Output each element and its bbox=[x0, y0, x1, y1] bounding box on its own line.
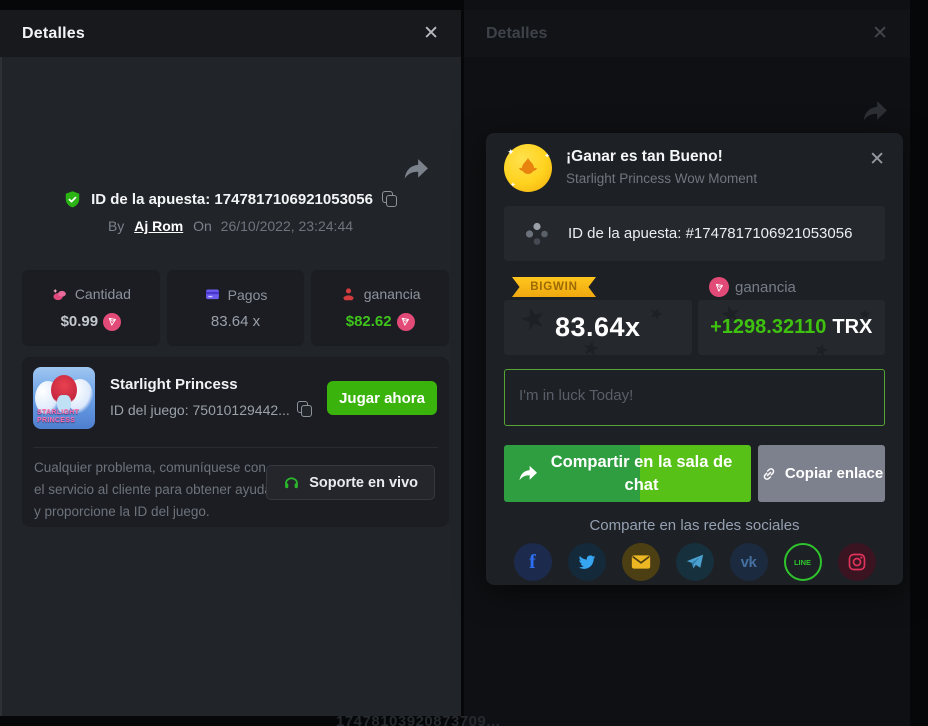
line-icon[interactable]: LINE bbox=[784, 543, 822, 581]
instagram-icon[interactable] bbox=[838, 543, 876, 581]
share-win-dialog: ✦ ✦ ✦ ¡Ganar es tan Bueno! Starlight Pri… bbox=[486, 133, 903, 585]
hand-coin-icon bbox=[340, 286, 357, 303]
gold-medal-icon: ✦ ✦ ✦ bbox=[504, 144, 552, 192]
close-icon[interactable]: ✕ bbox=[423, 24, 439, 43]
stat-payout-label: Pagos bbox=[228, 287, 268, 303]
bigwin-ribbon-badge: BIGWIN bbox=[512, 277, 596, 297]
close-icon[interactable]: ✕ bbox=[869, 144, 885, 169]
username-link[interactable]: Aj Rom bbox=[134, 218, 183, 234]
copy-link-button[interactable]: Copiar enlace bbox=[758, 445, 885, 502]
social-share-title: Comparte en las redes sociales bbox=[504, 517, 885, 534]
stats-row: Cantidad $0.99 Pagos 83.64 x bbox=[22, 270, 449, 346]
telegram-icon[interactable] bbox=[676, 543, 714, 581]
headphones-icon bbox=[283, 474, 300, 491]
share-dialog-title: ¡Ganar es tan Bueno! bbox=[566, 148, 757, 166]
result-labels-row: BIGWIN ganancia bbox=[504, 277, 885, 297]
trx-coin-icon bbox=[709, 277, 729, 297]
live-support-label: Soporte en vivo bbox=[309, 475, 418, 491]
share-dialog-header: ✦ ✦ ✦ ¡Ganar es tan Bueno! Starlight Pri… bbox=[504, 144, 885, 192]
stat-payout: Pagos 83.64 x bbox=[167, 270, 305, 346]
share-details-panel: Detalles ✕ ✦ ✦ ✦ ¡Ganar es tan Bueno! St… bbox=[464, 0, 910, 726]
bet-details-panel: Detalles ✕ ID de la apuesta: 17478171069… bbox=[0, 0, 461, 726]
credit-card-icon bbox=[204, 286, 221, 303]
multiplier-value: 83.64x bbox=[555, 312, 641, 343]
link-icon bbox=[760, 465, 778, 483]
multiplier-box: ★ ★ ★ 83.64x bbox=[504, 300, 692, 355]
share-arrow-icon bbox=[518, 465, 538, 483]
stat-amount-value: $0.99 bbox=[61, 313, 99, 330]
coins-icon bbox=[51, 286, 68, 303]
game-thumbnail[interactable]: STARLIGHT PRINCESS bbox=[33, 367, 95, 429]
verified-shield-icon bbox=[63, 190, 82, 209]
profit-currency: TRX bbox=[832, 316, 872, 338]
copy-icon[interactable] bbox=[382, 191, 398, 208]
by-label: By bbox=[108, 218, 124, 234]
share-message-input[interactable] bbox=[504, 369, 885, 426]
game-id-line: ID del juego: 75010129442... bbox=[110, 401, 313, 418]
stat-profit: ganancia $82.62 bbox=[311, 270, 449, 346]
copy-link-label: Copiar enlace bbox=[785, 465, 883, 482]
left-modal-body: ID de la apuesta: 1747817106921053056 By… bbox=[0, 57, 461, 716]
byline: By Aj Rom On 26/10/2022, 23:24:44 bbox=[0, 218, 461, 234]
game-title: Starlight Princess bbox=[110, 376, 238, 393]
divider bbox=[33, 447, 438, 448]
page-edge-sliver bbox=[0, 57, 2, 716]
stat-profit-value: $82.62 bbox=[346, 313, 392, 330]
share-buttons-row: Compartir en la sala de chat Copiar enla… bbox=[504, 445, 885, 502]
share-bet-id-row: ID de la apuesta: #1747817106921053056 bbox=[504, 206, 885, 261]
on-label: On bbox=[193, 218, 212, 234]
share-bet-id-text: ID de la apuesta: #1747817106921053056 bbox=[568, 225, 852, 242]
trx-coin-icon bbox=[103, 313, 121, 331]
stat-profit-label: ganancia bbox=[364, 286, 421, 302]
profit-box: ★ ★ ★ +1298.32110TRX bbox=[698, 300, 886, 355]
profit-amount: +1298.32110 bbox=[710, 316, 826, 338]
share-arrow-icon bbox=[862, 100, 888, 124]
game-card: STARLIGHT PRINCESS Starlight Princess ID… bbox=[22, 357, 449, 527]
left-modal-title: Detalles bbox=[22, 25, 85, 43]
facebook-icon[interactable]: f bbox=[514, 543, 552, 581]
thumbnail-text: STARLIGHT PRINCESS bbox=[37, 409, 77, 425]
stat-amount: Cantidad $0.99 bbox=[22, 270, 160, 346]
stat-payout-value: 83.64 x bbox=[211, 313, 260, 330]
share-to-chat-label: Compartir en la sala de chat bbox=[546, 451, 737, 496]
gamepad-dots-icon bbox=[524, 221, 550, 247]
share-dialog-subtitle: Starlight Princess Wow Moment bbox=[566, 171, 757, 186]
game-id-text: ID del juego: 75010129442... bbox=[110, 402, 290, 418]
trx-coin-icon bbox=[397, 313, 415, 331]
support-help-text: Cualquier problema, comuníquese con el s… bbox=[34, 457, 279, 523]
stat-amount-label: Cantidad bbox=[75, 286, 131, 302]
vk-icon[interactable]: vk bbox=[730, 543, 768, 581]
result-boxes-row: ★ ★ ★ 83.64x ★ ★ ★ +1298.32110TRX bbox=[504, 300, 885, 355]
bet-id-row: ID de la apuesta: 1747817106921053056 bbox=[0, 190, 461, 209]
left-modal-header: Detalles ✕ bbox=[0, 10, 461, 57]
bet-datetime: 26/10/2022, 23:24:44 bbox=[221, 218, 353, 234]
bet-id-text: ID de la apuesta: 1747817106921053056 bbox=[91, 191, 373, 208]
social-icons-row: f vk LINE bbox=[504, 543, 885, 581]
right-modal-header: Detalles ✕ bbox=[464, 10, 910, 57]
profit-label: ganancia bbox=[735, 279, 796, 296]
close-icon[interactable]: ✕ bbox=[872, 24, 888, 43]
play-now-button[interactable]: Jugar ahora bbox=[327, 381, 437, 415]
share-arrow-icon[interactable] bbox=[403, 158, 429, 182]
live-support-button[interactable]: Soporte en vivo bbox=[266, 465, 435, 500]
copy-icon[interactable] bbox=[297, 401, 313, 418]
share-to-chat-button[interactable]: Compartir en la sala de chat bbox=[504, 445, 751, 502]
twitter-icon[interactable] bbox=[568, 543, 606, 581]
background-bet-id-text: 17478103920873709... bbox=[336, 713, 500, 726]
email-icon[interactable] bbox=[622, 543, 660, 581]
right-modal-title: Detalles bbox=[486, 25, 547, 43]
